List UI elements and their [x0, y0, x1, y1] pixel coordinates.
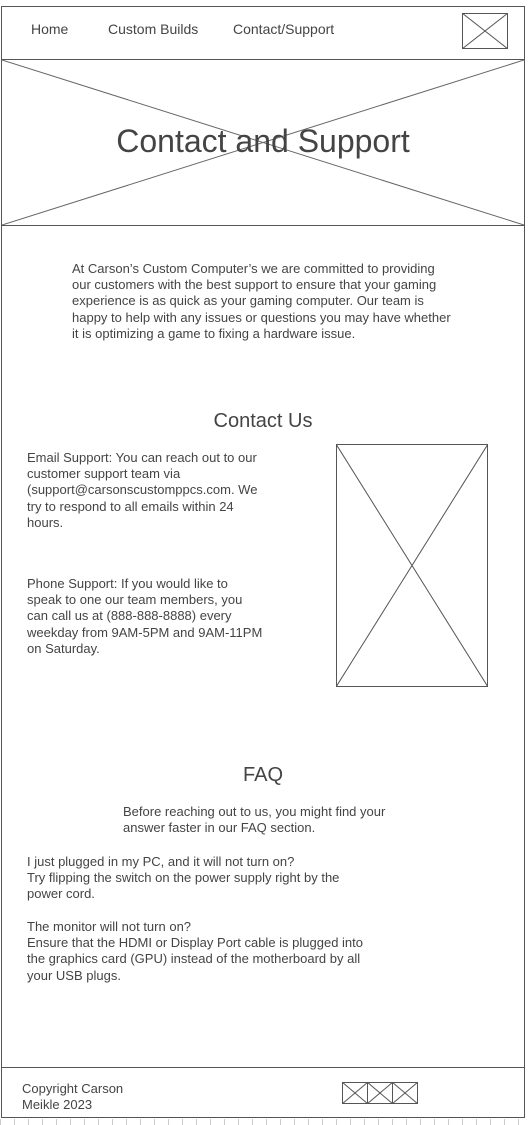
social-icon-placeholder[interactable] [367, 1082, 393, 1104]
page-frame: Home Custom Builds Contact/Support Conta… [1, 6, 525, 1118]
faq-question: The monitor will not turn on? [27, 919, 192, 934]
faq-intro-text: Before reaching out to us, you might fin… [123, 804, 386, 836]
contact-image-placeholder [336, 444, 488, 687]
faq-item: I just plugged in my PC, and it will not… [27, 854, 377, 903]
social-icon-placeholder[interactable] [342, 1082, 368, 1104]
logo-image-placeholder[interactable] [462, 13, 508, 49]
top-nav: Home Custom Builds Contact/Support [2, 7, 524, 60]
copyright-text: Copyright Carson Meikle 2023 [22, 1081, 124, 1112]
nav-custom-builds-link[interactable]: Custom Builds [108, 21, 198, 37]
email-support-text: Email Support: You can reach out to our … [27, 450, 258, 530]
faq-item: The monitor will not turn on? Ensure tha… [27, 919, 377, 984]
contact-heading: Contact Us [213, 410, 313, 432]
bottom-ruler [0, 1119, 529, 1125]
social-icon-placeholder[interactable] [392, 1082, 418, 1104]
nav-home-link[interactable]: Home [31, 21, 68, 37]
phone-support-text: Phone Support: If you would like to spea… [27, 576, 263, 656]
intro-paragraph: At Carson’s Custom Computer’s we are com… [72, 261, 451, 341]
hero-banner: Contact and Support [2, 60, 524, 226]
faq-answer: Ensure that the HDMI or Display Port cab… [27, 935, 364, 983]
nav-contact-support-link[interactable]: Contact/Support [233, 21, 334, 37]
page-title: Contact and Support [116, 123, 410, 159]
faq-question: I just plugged in my PC, and it will not… [27, 854, 295, 869]
footer: Copyright Carson Meikle 2023 [2, 1067, 524, 1117]
faq-heading: FAQ [242, 764, 283, 786]
faq-answer: Try flipping the switch on the power sup… [27, 870, 340, 902]
